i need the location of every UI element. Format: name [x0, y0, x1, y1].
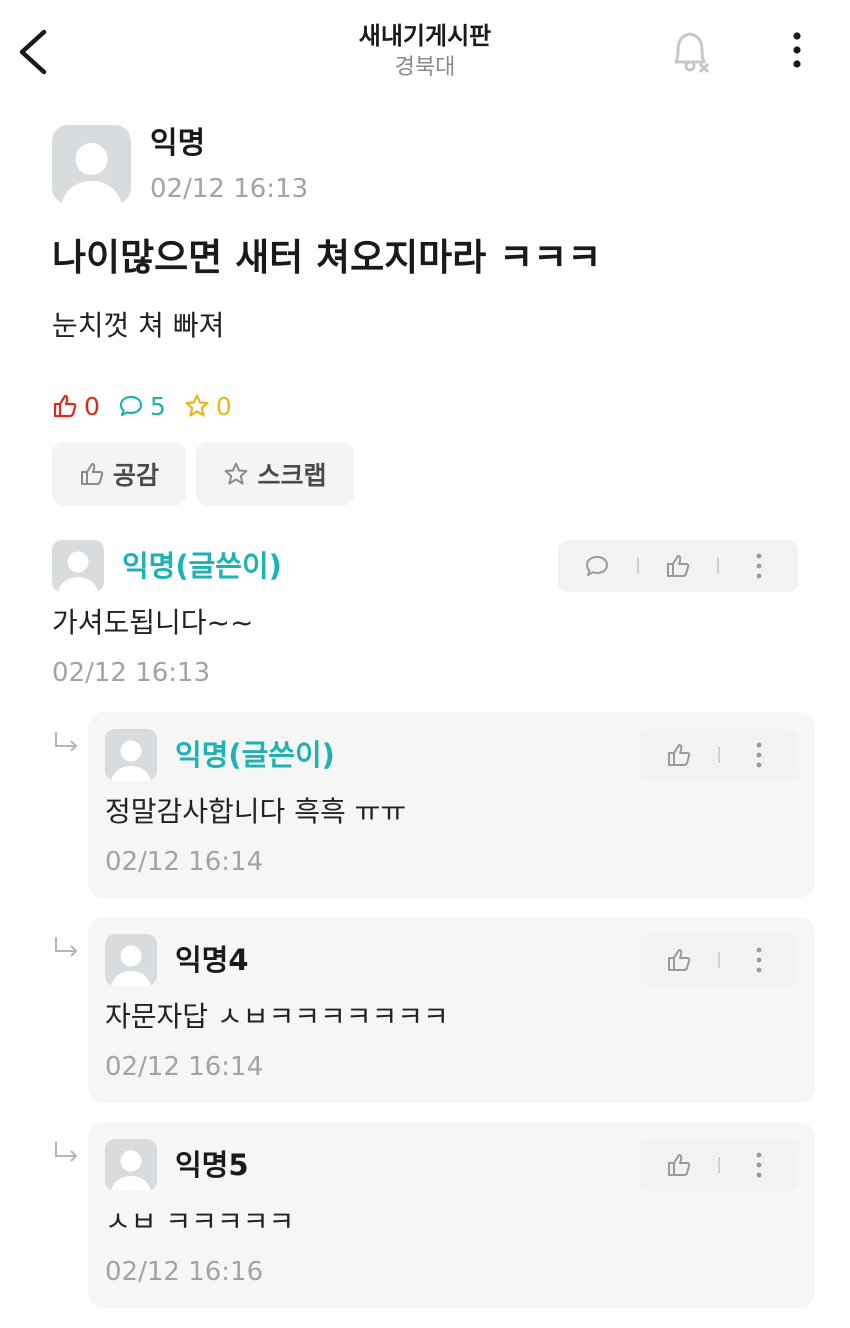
reply-actions [639, 1139, 799, 1191]
reply-actions [639, 934, 799, 986]
reply-author-avatar [105, 729, 157, 781]
reply-timestamp: 02/12 16:16 [105, 1257, 264, 1287]
like-reply-icon[interactable] [639, 934, 718, 986]
reply-actions [639, 729, 799, 781]
reply-text: 자문자답 ㅅㅂㅋㅋㅋㅋㅋㅋㅋ [105, 1000, 449, 1033]
like-reply-icon[interactable] [639, 729, 718, 781]
post-body: 눈치껏 쳐 빠져 [52, 309, 225, 342]
star-icon [224, 462, 248, 485]
reply-arrow-icon [52, 730, 82, 760]
reply-arrow-icon [52, 1140, 82, 1170]
post-title: 나이많으면 새터 쳐오지마라 ㅋㅋㅋ [52, 236, 602, 279]
reply-author-avatar [105, 934, 157, 986]
notification-off-bell-icon[interactable] [664, 26, 716, 78]
comment-author-name: 익명(글쓴이) [122, 549, 282, 583]
reply-timestamp: 02/12 16:14 [105, 1052, 264, 1082]
post-timestamp: 02/12 16:13 [150, 174, 309, 204]
post-stats: 0 5 0 [52, 386, 250, 426]
more-options-icon[interactable] [782, 30, 812, 72]
comment-count: 5 [118, 392, 166, 421]
reply-author-avatar [105, 1139, 157, 1191]
speech-bubble-icon [119, 395, 143, 417]
thumbs-up-icon [80, 463, 104, 485]
like-comment-icon[interactable] [639, 540, 718, 592]
board-subtitle: 경북대 [394, 55, 456, 80]
comment-more-icon[interactable] [719, 540, 798, 592]
post-author-name: 익명 [150, 126, 206, 161]
scrap-count: 0 [184, 392, 232, 421]
reply-more-icon[interactable] [720, 1139, 799, 1191]
reply-arrow-icon [52, 935, 82, 965]
reply-timestamp: 02/12 16:14 [105, 847, 264, 877]
reply-comment-icon[interactable] [558, 540, 637, 592]
comment-text: 가셔도됩니다~~ [52, 606, 254, 639]
thumbs-up-icon [53, 394, 77, 418]
reply-more-icon[interactable] [720, 729, 799, 781]
like-button[interactable]: 공감 [52, 442, 186, 506]
scrap-button[interactable]: 스크랩 [196, 442, 354, 506]
comment-author-avatar [52, 540, 104, 592]
reply-more-icon[interactable] [720, 934, 799, 986]
board-title: 새내기게시판 [358, 22, 492, 50]
like-reply-icon[interactable] [639, 1139, 718, 1191]
reply-text: ㅅㅂ ㅋㅋㅋㅋㅋ [105, 1205, 295, 1238]
reply-author-name: 익명(글쓴이) [175, 738, 335, 772]
comment-timestamp: 02/12 16:13 [52, 658, 211, 688]
reply-text: 정말감사합니다 흑흑 ㅠㅠ [105, 795, 407, 828]
star-icon [185, 394, 209, 417]
like-count: 0 [52, 392, 100, 421]
reply-author-name: 익명4 [175, 943, 249, 977]
reply-author-name: 익명5 [175, 1148, 249, 1182]
comment-actions [558, 540, 798, 592]
post-author-avatar [52, 125, 131, 204]
